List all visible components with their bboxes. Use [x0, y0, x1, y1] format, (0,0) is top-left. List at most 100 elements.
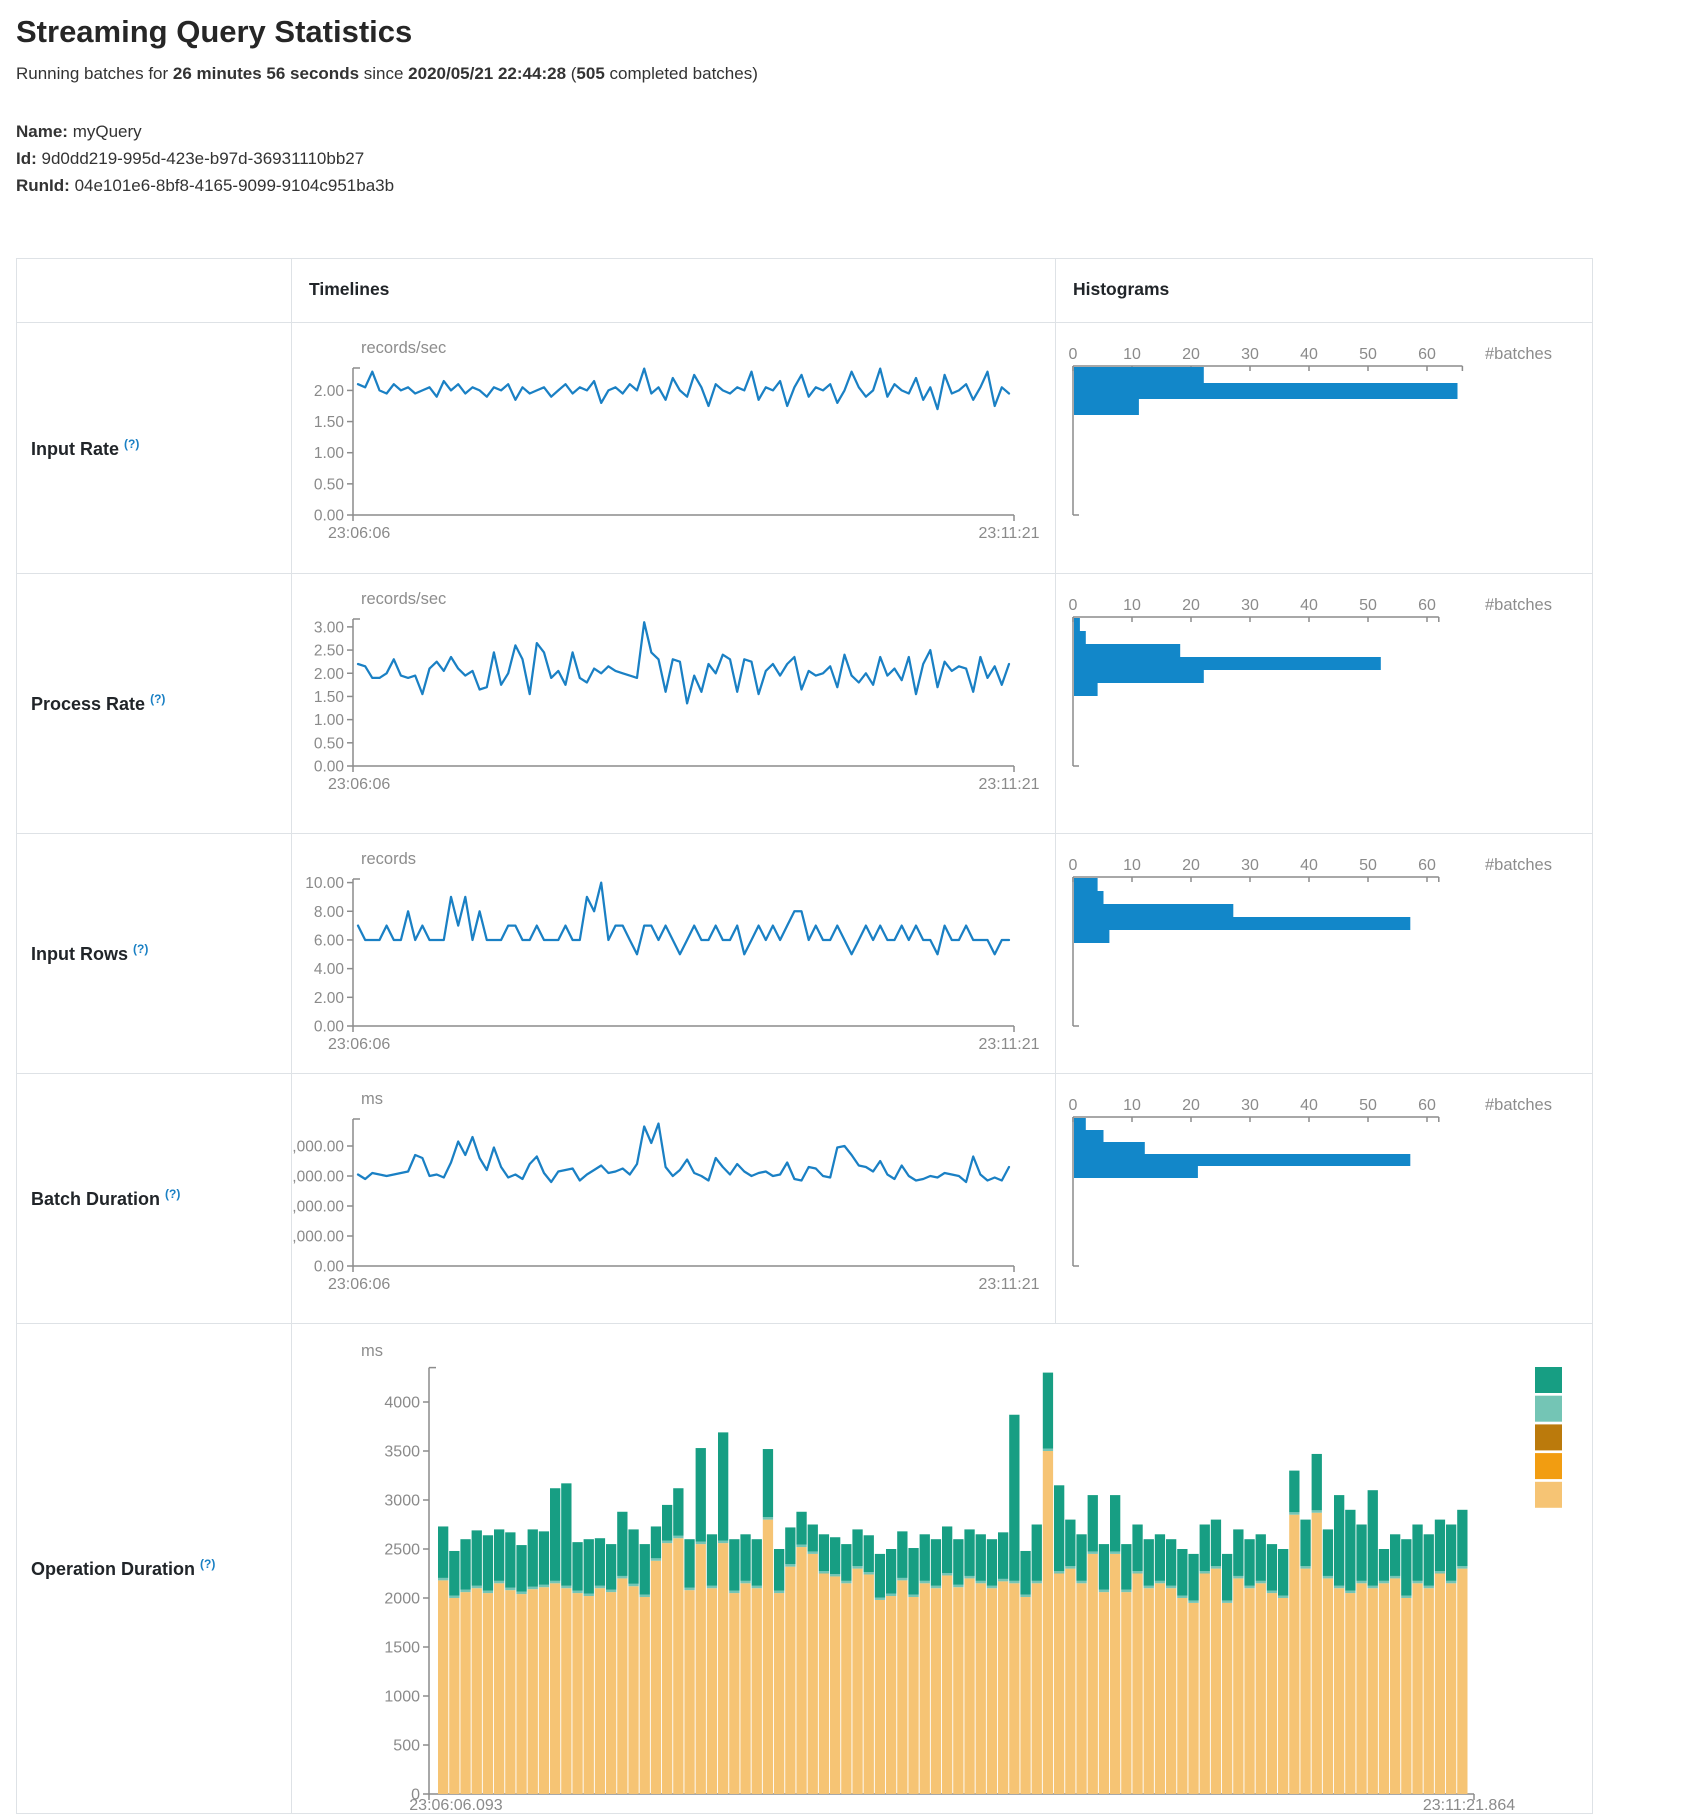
- query-runid-value: 04e101e6-8bf8-4165-9099-9104c951ba3b: [75, 176, 395, 195]
- svg-text:1.50: 1.50: [314, 689, 345, 706]
- svg-text:40: 40: [1300, 857, 1318, 874]
- svg-text:2500: 2500: [384, 1542, 420, 1559]
- svg-text:23:11:21.864: 23:11:21.864: [1423, 1797, 1515, 1813]
- svg-text:50: 50: [1359, 857, 1377, 874]
- svg-text:23:06:06: 23:06:06: [328, 1036, 390, 1053]
- svg-text:0.00: 0.00: [314, 759, 345, 776]
- svg-text:#batches: #batches: [1485, 1096, 1552, 1114]
- process-rate-histogram-chart: 0102030405060#batches: [1056, 574, 1592, 833]
- svg-text:3000: 3000: [384, 1493, 420, 1510]
- help-icon[interactable]: (?): [150, 692, 165, 706]
- query-name-value: myQuery: [73, 122, 142, 141]
- svg-text:records: records: [361, 850, 416, 868]
- input-rate-timeline: records/sec0.000.501.001.502.0023:06:062…: [292, 323, 1056, 574]
- svg-text:3500: 3500: [384, 1444, 420, 1461]
- process-rate-histogram: 0102030405060#batches: [1056, 574, 1592, 834]
- process-rate-row: Process Rate(?) records/sec0.000.501.001…: [17, 574, 1592, 834]
- row-label-operation-duration: Operation Duration(?): [31, 1557, 215, 1580]
- input-rows-row: Input Rows(?) records0.002.004.006.008.0…: [17, 834, 1592, 1074]
- table-header-row: Timelines Histograms: [17, 259, 1592, 323]
- header-cell-histograms: Histograms: [1056, 259, 1592, 322]
- svg-text:50: 50: [1359, 346, 1377, 363]
- svg-text:23:11:21: 23:11:21: [978, 1036, 1039, 1053]
- svg-text:#batches: #batches: [1485, 345, 1552, 363]
- input-rate-histogram-chart: 0102030405060#batches: [1056, 323, 1592, 573]
- svg-text:10: 10: [1123, 346, 1141, 363]
- svg-text:ms: ms: [361, 1342, 383, 1360]
- svg-text:2.00: 2.00: [314, 666, 345, 683]
- svg-text:50: 50: [1359, 597, 1377, 614]
- query-name-line: Name: myQuery: [16, 118, 394, 145]
- legend-swatch: [1535, 1482, 1562, 1508]
- svg-text:10.00: 10.00: [305, 875, 344, 892]
- input-rate-timeline-chart: records/sec0.000.501.001.502.0023:06:062…: [292, 323, 1056, 573]
- svg-text:4000: 4000: [384, 1395, 420, 1412]
- row-label-process-rate: Process Rate(?): [31, 692, 165, 715]
- svg-text:40: 40: [1300, 346, 1318, 363]
- legend-swatch: [1535, 1453, 1562, 1479]
- process-rate-timeline-chart: records/sec0.000.501.001.502.002.503.002…: [292, 574, 1056, 833]
- svg-text:records/sec: records/sec: [361, 339, 446, 357]
- help-icon[interactable]: (?): [165, 1187, 180, 1201]
- svg-text:0.50: 0.50: [314, 476, 345, 493]
- svg-text:60: 60: [1418, 346, 1436, 363]
- svg-text:50: 50: [1359, 1097, 1377, 1114]
- svg-text:8.00: 8.00: [314, 904, 345, 921]
- svg-text:20: 20: [1182, 597, 1200, 614]
- svg-text:1,000.00: 1,000.00: [292, 1229, 344, 1246]
- row-label-batch-duration: Batch Duration(?): [31, 1187, 180, 1210]
- operation-duration-stacked-chart: ms0500100015002000250030003500400023:06:…: [292, 1324, 1592, 1813]
- header-cell-blank: [17, 259, 292, 322]
- svg-text:30: 30: [1241, 346, 1259, 363]
- page-title: Streaming Query Statistics: [16, 14, 412, 50]
- input-rate-row: Input Rate(?) records/sec0.000.501.001.5…: [17, 323, 1592, 574]
- query-runid-line: RunId: 04e101e6-8bf8-4165-9099-9104c951b…: [16, 172, 394, 199]
- batch-duration-histogram: 0102030405060#batches: [1056, 1074, 1592, 1324]
- svg-text:0.00: 0.00: [314, 508, 345, 525]
- svg-text:0: 0: [1069, 857, 1078, 874]
- query-metadata: Name: myQuery Id: 9d0dd219-995d-423e-b97…: [16, 118, 394, 199]
- svg-text:1000: 1000: [384, 1689, 420, 1706]
- input-rows-histogram: 0102030405060#batches: [1056, 834, 1592, 1074]
- svg-text:3,000.00: 3,000.00: [292, 1169, 344, 1186]
- svg-text:23:11:21: 23:11:21: [978, 525, 1039, 542]
- input-rows-timeline: records0.002.004.006.008.0010.0023:06:06…: [292, 834, 1056, 1074]
- svg-text:60: 60: [1418, 857, 1436, 874]
- statistics-table: Timelines Histograms Input Rate(?) recor…: [16, 258, 1593, 1814]
- help-icon[interactable]: (?): [124, 437, 139, 451]
- svg-text:#batches: #batches: [1485, 856, 1552, 874]
- help-icon[interactable]: (?): [200, 1557, 215, 1571]
- svg-text:1.50: 1.50: [314, 414, 345, 431]
- svg-text:0.00: 0.00: [314, 1019, 345, 1036]
- operation-duration-chart: ms0500100015002000250030003500400023:06:…: [292, 1324, 1592, 1813]
- process-rate-timeline: records/sec0.000.501.001.502.002.503.002…: [292, 574, 1056, 834]
- svg-text:0: 0: [1069, 597, 1078, 614]
- row-label-input-rate: Input Rate(?): [31, 437, 139, 460]
- svg-text:0.50: 0.50: [314, 735, 345, 752]
- svg-text:40: 40: [1300, 597, 1318, 614]
- header-cell-timelines: Timelines: [292, 259, 1056, 322]
- svg-text:1.00: 1.00: [314, 712, 345, 729]
- input-rate-histogram: 0102030405060#batches: [1056, 323, 1592, 574]
- svg-text:20: 20: [1182, 1097, 1200, 1114]
- svg-text:60: 60: [1418, 597, 1436, 614]
- svg-text:23:06:06.093: 23:06:06.093: [409, 1797, 503, 1813]
- help-icon[interactable]: (?): [133, 942, 148, 956]
- input-rows-histogram-chart: 0102030405060#batches: [1056, 834, 1592, 1073]
- svg-text:23:11:21: 23:11:21: [978, 1276, 1039, 1293]
- svg-text:60: 60: [1418, 1097, 1436, 1114]
- legend-swatch: [1535, 1367, 1562, 1393]
- batch-duration-row: Batch Duration(?) ms0.001,000.002,000.00…: [17, 1074, 1592, 1324]
- batch-duration-histogram-chart: 0102030405060#batches: [1056, 1074, 1592, 1323]
- svg-text:2.00: 2.00: [314, 383, 345, 400]
- legend-swatch: [1535, 1396, 1562, 1422]
- svg-text:4.00: 4.00: [314, 961, 345, 978]
- svg-text:#batches: #batches: [1485, 596, 1552, 614]
- running-batches-summary: Running batches for 26 minutes 56 second…: [16, 64, 758, 84]
- batch-duration-timeline-chart: ms0.001,000.002,000.003,000.004,000.0023…: [292, 1074, 1056, 1323]
- svg-text:0: 0: [1069, 346, 1078, 363]
- svg-text:6.00: 6.00: [314, 932, 345, 949]
- svg-text:10: 10: [1123, 597, 1141, 614]
- svg-text:20: 20: [1182, 857, 1200, 874]
- start-timestamp: 2020/05/21 22:44:28: [408, 64, 566, 83]
